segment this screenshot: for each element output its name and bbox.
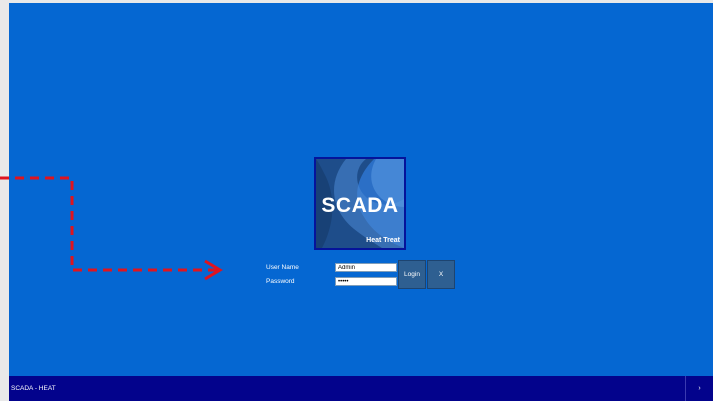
- login-screen: SCADA Heat Treat User Name Password Logi…: [9, 3, 713, 401]
- login-button[interactable]: Login: [398, 260, 426, 289]
- password-field[interactable]: [335, 277, 397, 286]
- taskbar-title: SCADA - HEAT: [11, 385, 56, 392]
- username-label: User Name: [266, 264, 299, 271]
- logo-title: SCADA: [321, 194, 399, 217]
- scada-logo: SCADA Heat Treat: [314, 157, 406, 250]
- password-label: Password: [266, 278, 295, 285]
- logo-subtitle: Heat Treat: [366, 237, 400, 244]
- username-field[interactable]: [335, 263, 397, 272]
- close-button[interactable]: X: [427, 260, 455, 289]
- taskbar: SCADA - HEAT ›: [9, 376, 713, 401]
- taskbar-arrow-icon[interactable]: ›: [685, 376, 713, 401]
